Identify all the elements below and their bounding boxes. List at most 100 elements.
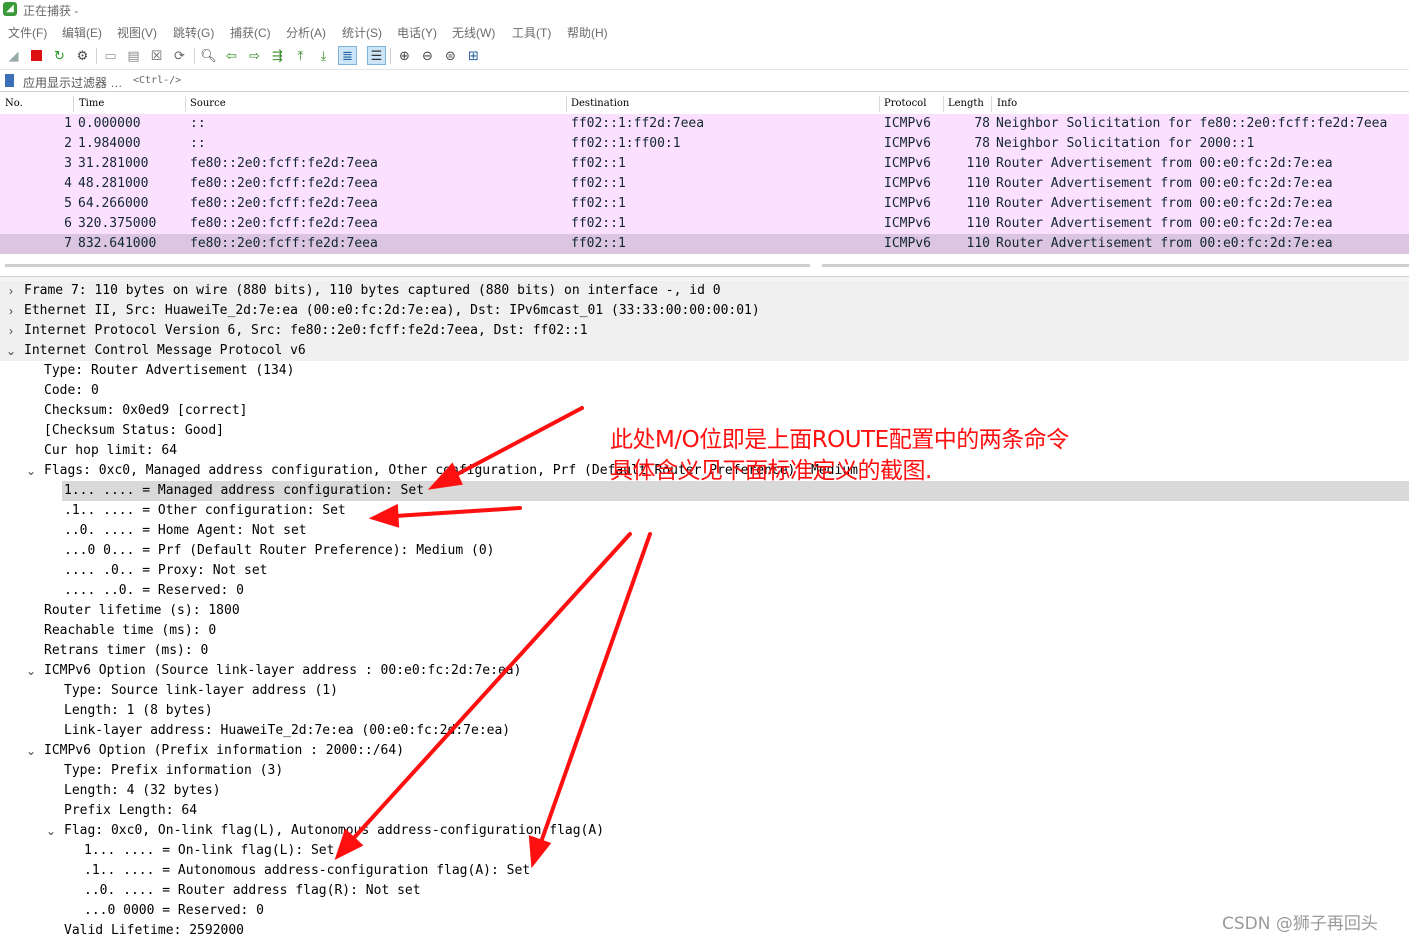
tree-item[interactable]: .1.. .... = Other configuration: Set xyxy=(0,501,1409,521)
tree-item[interactable]: .... .0.. = Proxy: Not set xyxy=(0,561,1409,581)
column-separator[interactable] xyxy=(73,96,74,112)
tree-item[interactable]: Prefix Length: 64 xyxy=(0,801,1409,821)
packet-row[interactable]: 3 31.281000 fe80::2e0:fcff:fe2d:7eea ff0… xyxy=(0,154,1409,174)
menu-statistics[interactable]: 统计(S) xyxy=(342,24,382,41)
stop-capture-icon[interactable] xyxy=(28,47,45,64)
tree-item-ipv6[interactable]: › Internet Protocol Version 6, Src: fe80… xyxy=(0,321,1409,341)
tree-item[interactable]: Checksum: 0x0ed9 [correct] xyxy=(0,401,1409,421)
column-length[interactable]: Length xyxy=(948,98,984,109)
tree-item[interactable]: ...0 0... = Prf (Default Router Preferen… xyxy=(0,541,1409,561)
tree-item-ethernet[interactable]: › Ethernet II, Src: HuaweiTe_2d:7e:ea (0… xyxy=(0,301,1409,321)
expand-arrow-icon[interactable]: › xyxy=(5,283,17,299)
tree-item-option-prefix[interactable]: ⌄ ICMPv6 Option (Prefix information : 20… xyxy=(0,741,1409,761)
packet-row[interactable]: 2 1.984000 :: ff02::1:ff00:1 ICMPv6 78 N… xyxy=(0,134,1409,154)
column-source[interactable]: Source xyxy=(190,98,226,109)
find-packet-icon[interactable]: 🔍︎ xyxy=(200,47,217,64)
tree-item[interactable]: Link-layer address: HuaweiTe_2d:7e:ea (0… xyxy=(0,721,1409,741)
packet-protocol: ICMPv6 xyxy=(884,176,931,191)
column-separator[interactable] xyxy=(991,96,992,112)
shark-fin-start-icon[interactable]: ◢ xyxy=(5,47,22,64)
packet-no: 7 xyxy=(64,236,72,251)
resize-columns-icon[interactable]: ⊞ xyxy=(465,47,482,64)
tree-item-icmpv6[interactable]: ⌄ Internet Control Message Protocol v6 xyxy=(0,341,1409,361)
horizontal-scrollbar-right[interactable] xyxy=(822,264,1409,267)
tree-item[interactable]: ...0 0000 = Reserved: 0 xyxy=(0,901,1409,921)
capture-options-icon[interactable]: ⚙ xyxy=(74,47,91,64)
packet-row[interactable]: 4 48.281000 fe80::2e0:fcff:fe2d:7eea ff0… xyxy=(0,174,1409,194)
menu-view[interactable]: 视图(V) xyxy=(117,24,157,41)
collapse-arrow-icon[interactable]: ⌄ xyxy=(5,343,17,359)
tree-item-label: Internet Control Message Protocol v6 xyxy=(24,343,306,358)
tree-item-prefix-flag[interactable]: ⌄ Flag: 0xc0, On-link flag(L), Autonomou… xyxy=(0,821,1409,841)
menu-file[interactable]: 文件(F) xyxy=(8,24,47,41)
tree-item[interactable]: Length: 1 (8 bytes) xyxy=(0,701,1409,721)
close-file-icon[interactable]: ☒ xyxy=(148,47,165,64)
packet-row[interactable]: 1 0.000000 :: ff02::1:ff2d:7eea ICMPv6 7… xyxy=(0,114,1409,134)
packet-row-selected[interactable]: 7 832.641000 fe80::2e0:fcff:fe2d:7eea ff… xyxy=(0,234,1409,254)
column-info[interactable]: Info xyxy=(997,98,1017,109)
menu-capture[interactable]: 捕获(C) xyxy=(230,24,271,41)
tree-item[interactable]: Type: Router Advertisement (134) xyxy=(0,361,1409,381)
tree-item[interactable]: .... ..0. = Reserved: 0 xyxy=(0,581,1409,601)
menu-help[interactable]: 帮助(H) xyxy=(567,24,608,41)
collapse-arrow-icon[interactable]: ⌄ xyxy=(25,663,37,679)
column-destination[interactable]: Destination xyxy=(571,98,629,109)
tree-item[interactable]: Code: 0 xyxy=(0,381,1409,401)
tree-item[interactable]: ..0. .... = Home Agent: Not set xyxy=(0,521,1409,541)
column-no[interactable]: No. xyxy=(5,98,23,109)
collapse-arrow-icon[interactable]: ⌄ xyxy=(45,823,57,839)
reload-file-icon[interactable]: ⟳ xyxy=(171,47,188,64)
tree-item[interactable]: 1... .... = On-link flag(L): Set xyxy=(0,841,1409,861)
collapse-arrow-icon[interactable]: ⌄ xyxy=(25,743,37,759)
column-separator[interactable] xyxy=(566,96,567,112)
packet-destination: ff02::1 xyxy=(571,156,626,171)
expand-arrow-icon[interactable]: › xyxy=(5,323,17,339)
zoom-out-icon[interactable]: ⊖ xyxy=(419,47,436,64)
menu-edit[interactable]: 编辑(E) xyxy=(62,24,102,41)
menu-tools[interactable]: 工具(T) xyxy=(512,24,551,41)
bookmark-icon[interactable] xyxy=(5,74,14,87)
packet-row[interactable]: 5 64.266000 fe80::2e0:fcff:fe2d:7eea ff0… xyxy=(0,194,1409,214)
zoom-normal-icon[interactable]: ⊜ xyxy=(442,47,459,64)
column-separator[interactable] xyxy=(943,96,944,112)
display-filter-input[interactable]: 应用显示过滤器 … xyxy=(23,74,122,91)
tree-item-frame[interactable]: › Frame 7: 110 bytes on wire (880 bits),… xyxy=(0,281,1409,301)
open-file-icon[interactable]: ▭ xyxy=(102,47,119,64)
tree-item[interactable]: Type: Source link-layer address (1) xyxy=(0,681,1409,701)
tree-item[interactable]: Retrans timer (ms): 0 xyxy=(0,641,1409,661)
menu-wireless[interactable]: 无线(W) xyxy=(452,24,495,41)
column-time[interactable]: Time xyxy=(79,98,104,109)
save-file-icon[interactable]: ▤ xyxy=(125,47,142,64)
column-separator[interactable] xyxy=(185,96,186,112)
menu-analyze[interactable]: 分析(A) xyxy=(286,24,326,41)
tree-item[interactable]: .1.. .... = Autonomous address-configura… xyxy=(0,861,1409,881)
tree-item-option-source-ll[interactable]: ⌄ ICMPv6 Option (Source link-layer addre… xyxy=(0,661,1409,681)
packet-length: 110 xyxy=(966,156,990,171)
autoscroll-icon[interactable]: ≣ xyxy=(338,46,357,65)
tree-item[interactable]: Router lifetime (s): 1800 xyxy=(0,601,1409,621)
expand-arrow-icon[interactable]: › xyxy=(5,303,17,319)
title-bar: ◢ 正在捕获 - xyxy=(0,0,1409,19)
column-separator[interactable] xyxy=(879,96,880,112)
restart-capture-icon[interactable]: ↻ xyxy=(51,47,68,64)
zoom-in-icon[interactable]: ⊕ xyxy=(396,47,413,64)
go-to-packet-icon[interactable]: ⇶ xyxy=(269,47,286,64)
packet-no: 5 xyxy=(64,196,72,211)
menu-telephony[interactable]: 电话(Y) xyxy=(397,24,437,41)
tree-item[interactable]: Type: Prefix information (3) xyxy=(0,761,1409,781)
last-packet-icon[interactable]: ⤓ xyxy=(315,47,332,64)
go-back-icon[interactable]: ⇦ xyxy=(223,47,240,64)
tree-item[interactable]: Reachable time (ms): 0 xyxy=(0,621,1409,641)
display-filter-bar[interactable]: 应用显示过滤器 … <Ctrl-/> xyxy=(0,71,1409,92)
menu-go[interactable]: 跳转(G) xyxy=(173,24,214,41)
horizontal-scrollbar-left[interactable] xyxy=(5,264,810,267)
column-protocol[interactable]: Protocol xyxy=(884,98,926,109)
colorize-icon[interactable]: ☰ xyxy=(367,46,386,65)
tree-item[interactable]: ..0. .... = Router address flag(R): Not … xyxy=(0,881,1409,901)
collapse-arrow-icon[interactable]: ⌄ xyxy=(25,463,37,479)
tree-item[interactable]: Length: 4 (32 bytes) xyxy=(0,781,1409,801)
go-forward-icon[interactable]: ⇨ xyxy=(246,47,263,64)
packet-row[interactable]: 6 320.375000 fe80::2e0:fcff:fe2d:7eea ff… xyxy=(0,214,1409,234)
tree-item[interactable]: Valid Lifetime: 2592000 xyxy=(0,921,1409,941)
first-packet-icon[interactable]: ⤒ xyxy=(292,47,309,64)
